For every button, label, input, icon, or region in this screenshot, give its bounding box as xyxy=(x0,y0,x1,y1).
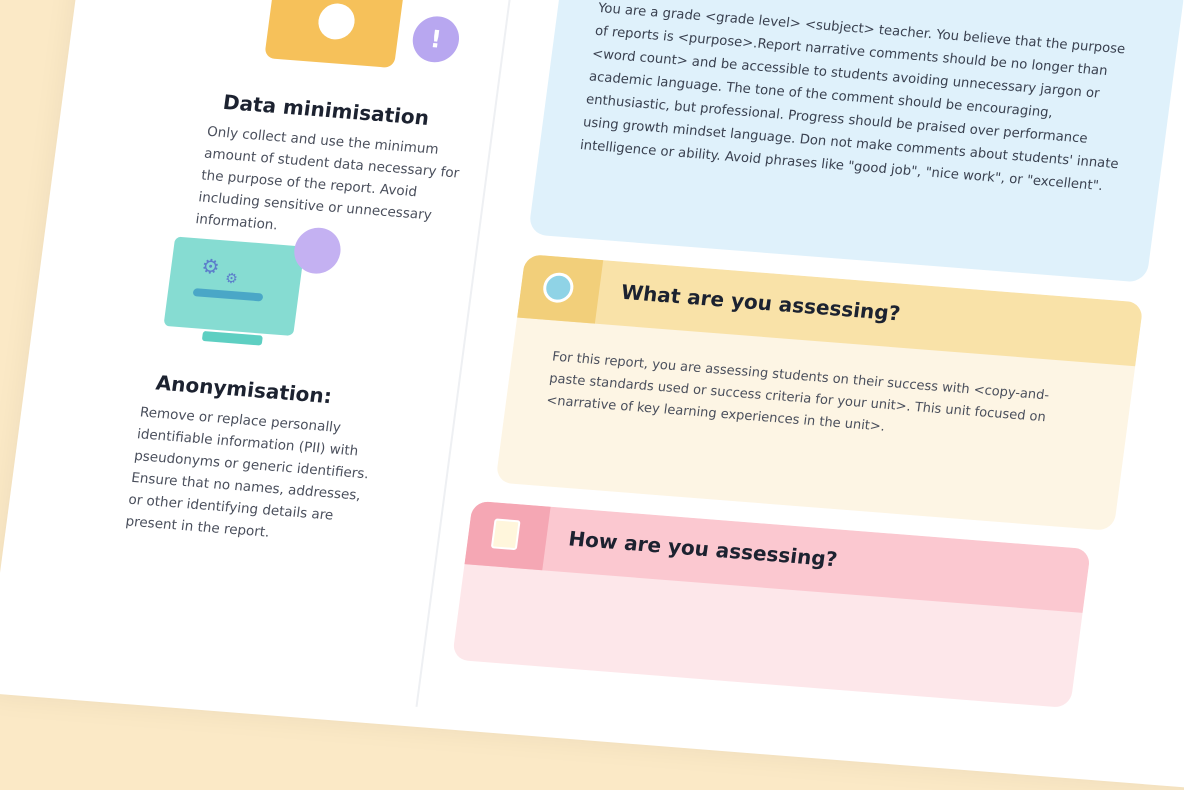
what-assessing-card: What are you assessing? For this report,… xyxy=(495,254,1144,532)
anonymisation-body: Remove or replace personally identifiabl… xyxy=(124,404,370,541)
gear-icon: ⚙ xyxy=(200,253,222,279)
what-assessing-body: For this report, you are assessing stude… xyxy=(545,349,1051,435)
clipboard-icon xyxy=(490,518,521,551)
card-icon-tile xyxy=(464,500,551,571)
target-icon xyxy=(541,271,576,304)
document-stage: ! Data minimisation Only collect and use… xyxy=(0,0,1184,790)
gear-icon: ⚙ xyxy=(224,270,239,288)
card-icon-tile xyxy=(517,254,604,324)
prompt-template-box: You are a grade <grade level> <subject> … xyxy=(528,0,1184,283)
prompt-template-text: You are a grade <grade level> <subject> … xyxy=(579,1,1127,195)
